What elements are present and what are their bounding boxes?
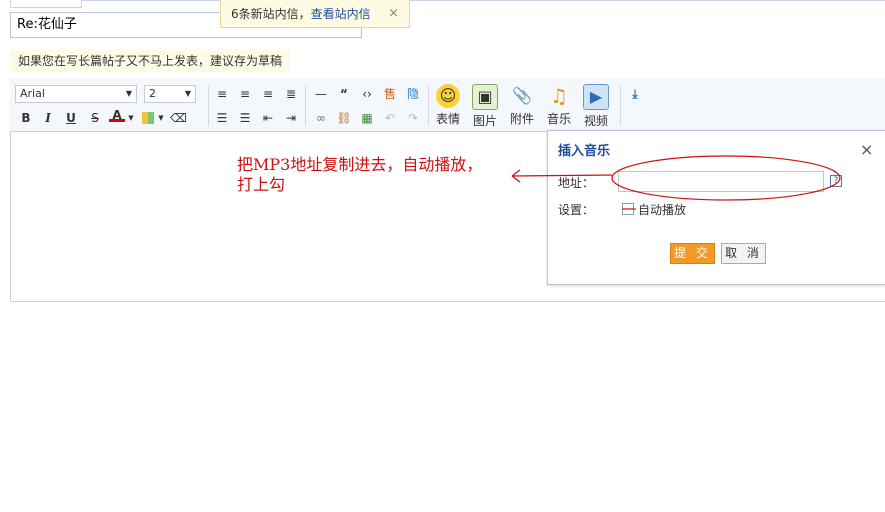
annotation-ellipse (611, 155, 841, 201)
annotation-arrow (511, 169, 613, 183)
annotation-overlay (511, 155, 841, 210)
